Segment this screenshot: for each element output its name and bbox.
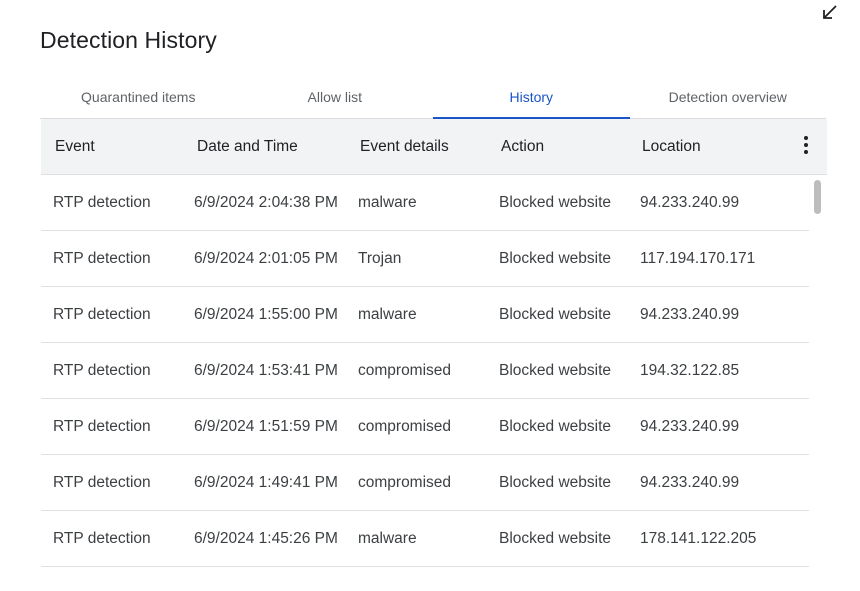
cell-event: RTP detection	[53, 530, 151, 547]
cell-date-time: 6/9/2024 1:53:41 PM	[194, 362, 338, 379]
tab-history[interactable]: History	[433, 78, 630, 119]
cell-location: 178.141.122.205	[640, 530, 757, 547]
table-row[interactable]: RTP detection 6/9/2024 2:04:38 PM malwar…	[41, 175, 809, 231]
cell-action: Blocked website	[499, 250, 612, 267]
cell-location: 94.233.240.99	[640, 194, 740, 211]
table-row[interactable]: RTP detection 6/9/2024 1:45:26 PM malwar…	[41, 511, 809, 567]
cell-location: 94.233.240.99	[640, 474, 740, 491]
table-row[interactable]: RTP detection 6/9/2024 1:53:41 PM compro…	[41, 343, 809, 399]
tab-bar: Quarantined items Allow list History Det…	[40, 78, 826, 119]
cell-action: Blocked website	[499, 418, 612, 435]
cell-event: RTP detection	[53, 362, 151, 379]
cell-event-details: compromised	[358, 474, 452, 491]
column-header-event[interactable]: Event	[55, 138, 95, 156]
tab-detection-overview[interactable]: Detection overview	[630, 78, 827, 118]
cell-event-details: Trojan	[358, 250, 402, 267]
cell-event: RTP detection	[53, 474, 151, 491]
history-table: Event Date and Time Event details Action…	[41, 119, 827, 591]
table-body: RTP detection 6/9/2024 2:04:38 PM malwar…	[41, 175, 809, 567]
cell-date-time: 6/9/2024 1:51:59 PM	[194, 418, 338, 435]
detection-history-panel: Detection History Quarantined items Allo…	[0, 0, 860, 591]
column-header-action[interactable]: Action	[501, 138, 544, 156]
table-row[interactable]: RTP detection 6/9/2024 1:49:41 PM compro…	[41, 455, 809, 511]
table-row[interactable]: RTP detection 6/9/2024 2:01:05 PM Trojan…	[41, 231, 809, 287]
page-title: Detection History	[40, 27, 217, 53]
cell-event: RTP detection	[53, 194, 151, 211]
more-vertical-icon[interactable]	[803, 136, 809, 158]
cell-action: Blocked website	[499, 474, 612, 491]
collapse-arrow-icon[interactable]	[820, 3, 840, 23]
tab-quarantined-items[interactable]: Quarantined items	[40, 78, 237, 118]
cell-date-time: 6/9/2024 1:49:41 PM	[194, 474, 338, 491]
cell-action: Blocked website	[499, 530, 612, 547]
column-header-location[interactable]: Location	[642, 138, 701, 156]
cell-location: 94.233.240.99	[640, 306, 740, 323]
cell-event: RTP detection	[53, 418, 151, 435]
cell-date-time: 6/9/2024 2:04:38 PM	[194, 194, 338, 211]
cell-date-time: 6/9/2024 2:01:05 PM	[194, 250, 338, 267]
cell-location: 117.194.170.171	[640, 250, 756, 267]
cell-date-time: 6/9/2024 1:55:00 PM	[194, 306, 338, 323]
cell-event-details: compromised	[358, 418, 452, 435]
cell-location: 194.32.122.85	[640, 362, 740, 379]
cell-date-time: 6/9/2024 1:45:26 PM	[194, 530, 338, 547]
table-scrollbar[interactable]	[814, 180, 821, 214]
cell-event-details: compromised	[358, 362, 452, 379]
table-header: Event Date and Time Event details Action…	[41, 119, 827, 175]
cell-location: 94.233.240.99	[640, 418, 740, 435]
cell-event-details: malware	[358, 194, 417, 211]
table-row[interactable]: RTP detection 6/9/2024 1:51:59 PM compro…	[41, 399, 809, 455]
column-header-event-details[interactable]: Event details	[360, 138, 449, 156]
cell-action: Blocked website	[499, 362, 612, 379]
column-header-date-time[interactable]: Date and Time	[197, 138, 298, 156]
cell-event-details: malware	[358, 306, 417, 323]
cell-event-details: malware	[358, 530, 417, 547]
cell-action: Blocked website	[499, 306, 612, 323]
table-row[interactable]: RTP detection 6/9/2024 1:55:00 PM malwar…	[41, 287, 809, 343]
cell-action: Blocked website	[499, 194, 612, 211]
cell-event: RTP detection	[53, 306, 151, 323]
cell-event: RTP detection	[53, 250, 151, 267]
tab-allow-list[interactable]: Allow list	[237, 78, 434, 118]
